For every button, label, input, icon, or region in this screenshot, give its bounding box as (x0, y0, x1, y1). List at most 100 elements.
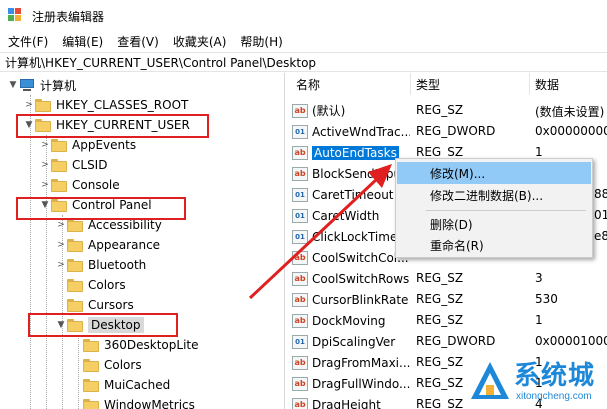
context-menu-modify[interactable]: 修改(M)... (397, 162, 591, 184)
value-name: CaretWidth (312, 208, 380, 223)
value-name: CoolSwitchRows (312, 271, 410, 286)
tree-item-desktop-colors[interactable]: Colors (71, 355, 142, 375)
tree-item-360desktoplite[interactable]: 360DesktopLite (71, 335, 199, 355)
folder-icon (67, 258, 83, 272)
tree-item-hkey-classes-root[interactable]: > HKEY_CLASSES_ROOT (23, 95, 188, 115)
value-data: 3 (535, 271, 543, 285)
value-name: DragFullWindo... (312, 376, 410, 391)
tree-item-appevents[interactable]: > AppEvents (39, 135, 136, 155)
folder-icon (83, 338, 99, 352)
value-name: CaretTimeout (312, 187, 394, 202)
string-value-icon: ab (292, 103, 308, 118)
list-row-coolswitchrows[interactable]: ab CoolSwitchRows REG_SZ 3 (286, 268, 607, 289)
list-header: 名称 类型 数据 (286, 73, 607, 95)
tree-item-label: 360DesktopLite (104, 338, 199, 352)
tree-item-label: MuiCached (104, 378, 171, 392)
menu-edit[interactable]: 编辑(E) (55, 33, 110, 50)
tree-item-label: Bluetooth (88, 258, 147, 272)
list-row-default[interactable]: ab (默认) REG_SZ (数值未设置) (286, 100, 607, 121)
tree-item-muicached[interactable]: MuiCached (71, 375, 170, 395)
list-row-dockmoving[interactable]: ab DockMoving REG_SZ 1 (286, 310, 607, 331)
folder-icon (51, 138, 67, 152)
tree-item-label: AppEvents (72, 138, 137, 152)
value-type: REG_SZ (416, 292, 464, 306)
folder-icon (83, 358, 99, 372)
tree-item-windowmetrics[interactable]: WindowMetrics (71, 395, 195, 409)
string-value-icon: ab (292, 166, 308, 181)
value-type: REG_DWORD (416, 334, 496, 348)
folder-icon (83, 378, 99, 392)
address-bar[interactable]: 计算机\HKEY_CURRENT_USER\Control Panel\Desk… (0, 52, 607, 72)
list-row-dpiscalingver[interactable]: 01 DpiScalingVer REG_DWORD 0x00001000 (286, 331, 607, 352)
watermark-brand: 系统城 (514, 361, 596, 391)
binary-value-icon: 01 (292, 124, 308, 139)
folder-icon (67, 218, 83, 232)
value-data: 1 (535, 313, 543, 327)
column-header-name[interactable]: 名称 (296, 76, 320, 93)
tree-item-label: 计算机 (40, 78, 77, 93)
chevron-right-icon[interactable]: > (55, 255, 67, 275)
folder-icon (67, 238, 83, 252)
binary-value-icon: 01 (292, 334, 308, 349)
string-value-icon: ab (292, 355, 308, 370)
annotation-box-desktop (28, 313, 178, 337)
binary-value-icon: 01 (292, 208, 308, 223)
context-menu-delete[interactable]: 删除(D) (397, 213, 591, 235)
menu-bar: 文件(F) 编辑(E) 查看(V) 收藏夹(A) 帮助(H) (0, 32, 607, 50)
tree-item-cursors[interactable]: Cursors (55, 295, 134, 315)
chevron-right-icon[interactable]: > (55, 235, 67, 255)
tree-item-console[interactable]: > Console (39, 175, 120, 195)
tree-item-label: Console (72, 178, 120, 192)
value-type: REG_SZ (416, 271, 464, 285)
value-name: BlockSendInpu (312, 166, 402, 181)
string-value-icon: ab (292, 376, 308, 391)
value-data: e8 (594, 229, 607, 243)
column-header-data[interactable]: 数据 (535, 76, 559, 93)
context-menu-modify-binary[interactable]: 修改二进制数据(B)... (397, 184, 591, 206)
chevron-right-icon[interactable]: > (39, 175, 51, 195)
tree-item-label: Colors (88, 278, 126, 292)
chevron-down-icon[interactable]: ▼ (7, 75, 19, 95)
value-type: REG_DWORD (416, 124, 496, 138)
watermark: 系统城 xitongcheng.com (468, 355, 607, 409)
tree-item-colors[interactable]: Colors (55, 275, 126, 295)
tree-item-computer[interactable]: ▼ 计算机 (7, 75, 76, 95)
watermark-url: xitongcheng.com (516, 391, 592, 402)
value-data: 0x00001000 (535, 334, 607, 348)
window-title: 注册表编辑器 (32, 9, 105, 24)
string-value-icon: ab (292, 292, 308, 307)
menu-help[interactable]: 帮助(H) (233, 33, 289, 50)
menu-view[interactable]: 查看(V) (110, 33, 166, 50)
string-value-icon: ab (292, 397, 308, 409)
tree-item-bluetooth[interactable]: > Bluetooth (55, 255, 146, 275)
value-type: REG_SZ (416, 376, 464, 390)
tree-item-clsid[interactable]: > CLSID (39, 155, 107, 175)
string-value-icon: ab (292, 250, 308, 265)
chevron-right-icon[interactable]: > (39, 135, 51, 155)
list-row-activewndtrack[interactable]: 01 ActiveWndTrac... REG_DWORD 0x00000000 (286, 121, 607, 142)
annotation-box-hkey-current-user (16, 114, 209, 138)
tree-item-label: HKEY_CLASSES_ROOT (56, 98, 189, 112)
value-data: 530 (535, 292, 558, 306)
chevron-right-icon[interactable]: > (23, 95, 35, 115)
tree-item-label: Appearance (88, 238, 161, 252)
watermark-logo-icon (471, 362, 509, 399)
list-row-cursorblinkrate[interactable]: ab CursorBlinkRate REG_SZ 530 (286, 289, 607, 310)
tree-item-label: Colors (104, 358, 142, 372)
context-menu: 修改(M)... 修改二进制数据(B)... 删除(D) 重命名(R) (395, 158, 593, 258)
value-type: REG_SZ (416, 145, 464, 159)
chevron-right-icon[interactable]: > (39, 155, 51, 175)
tree-item-label: Accessibility (88, 218, 162, 232)
value-data: (数值未设置) (535, 105, 605, 119)
tree-item-label: WindowMetrics (104, 398, 195, 409)
context-menu-rename[interactable]: 重命名(R) (397, 234, 591, 256)
string-value-icon: ab (292, 271, 308, 286)
value-data: 1 (535, 145, 543, 159)
tree-item-appearance[interactable]: > Appearance (55, 235, 160, 255)
menu-file[interactable]: 文件(F) (0, 33, 55, 50)
binary-value-icon: 01 (292, 187, 308, 202)
column-header-type[interactable]: 类型 (416, 76, 440, 93)
binary-value-icon: 01 (292, 229, 308, 244)
menu-favorites[interactable]: 收藏夹(A) (166, 33, 234, 50)
context-menu-separator (426, 210, 586, 211)
